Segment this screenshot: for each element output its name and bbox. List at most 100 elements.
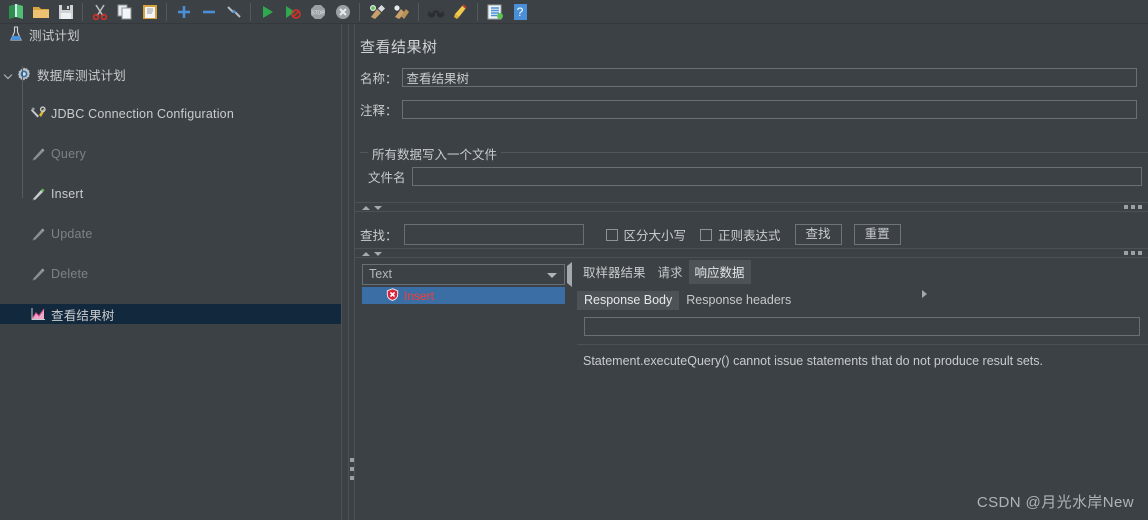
tree-node-thread-group[interactable]: 数据库测试计划 — [0, 64, 341, 84]
save-icon[interactable] — [53, 1, 78, 23]
tree-node-label: Update — [51, 227, 93, 241]
view-results-tree-panel: 查看结果树 名称： 注释： 所有数据写入一个文件 文件名 — [355, 24, 1148, 520]
splitter-collapse-arrows[interactable] — [362, 250, 382, 256]
tab-scroll-arrows[interactable] — [567, 262, 927, 298]
open-folder-icon[interactable] — [28, 1, 53, 23]
test-plan-tree[interactable]: 测试计划 数据库测试计划 JDBC Connection Configurati… — [0, 24, 341, 520]
chevron-down-icon[interactable] — [4, 69, 15, 80]
expand-all-icon[interactable] — [171, 1, 196, 23]
jdbc-request-icon — [30, 266, 46, 282]
svg-text:?: ? — [516, 5, 523, 19]
collapse-all-icon[interactable] — [196, 1, 221, 23]
chevron-down-icon[interactable] — [374, 206, 382, 210]
toolbar-separator — [359, 2, 360, 21]
chevron-left-icon[interactable] — [567, 262, 572, 287]
tree-node-view-results-tree[interactable]: 查看结果树 — [0, 304, 341, 324]
config-element-icon — [30, 106, 46, 122]
main-toolbar: STOP ? — [0, 0, 1148, 24]
splitter-bar-lower[interactable] — [355, 248, 1148, 258]
page-title: 查看结果树 — [360, 39, 438, 56]
shutdown-icon[interactable] — [330, 1, 355, 23]
view-results-tree-icon — [30, 306, 46, 322]
subtab-response-body[interactable]: Response Body — [577, 291, 680, 310]
paste-icon[interactable] — [137, 1, 162, 23]
renderer-select-value: Text — [369, 267, 392, 281]
results-list-panel: Text Insert — [362, 264, 565, 520]
name-label: 名称： — [360, 72, 398, 86]
tree-node-delete[interactable]: Delete — [0, 264, 341, 284]
response-search-input[interactable] — [584, 317, 1140, 336]
toolbar-separator — [418, 2, 419, 21]
response-body-text: Statement.executeQuery() cannot issue st… — [583, 354, 1043, 368]
splitter-grip[interactable] — [350, 458, 354, 480]
tree-node-label: Delete — [51, 267, 89, 281]
splitter-grip[interactable] — [1124, 251, 1142, 255]
jdbc-request-icon — [30, 226, 46, 242]
search-binoculars-icon[interactable] — [423, 1, 448, 23]
tree-node-label: 数据库测试计划 — [37, 68, 126, 83]
sub-tab-row: Response Body Response headers — [577, 288, 1148, 310]
tree-node-query[interactable]: Query — [0, 144, 341, 164]
new-test-plan-icon[interactable] — [3, 1, 28, 23]
search-reset-broom-icon[interactable] — [448, 1, 473, 23]
result-detail-tabs: 取样器结果 请求 响应数据 Response Body Response hea… — [577, 260, 1148, 520]
jdbc-request-icon — [30, 186, 46, 202]
comment-label: 注释： — [360, 104, 398, 118]
tab-request[interactable]: 请求 — [652, 260, 689, 284]
subtab-response-headers[interactable]: Response headers — [679, 291, 798, 310]
start-no-pauses-icon[interactable] — [280, 1, 305, 23]
fieldset-legend: 所有数据写入一个文件 — [368, 144, 502, 163]
toolbar-separator — [166, 2, 167, 21]
chevron-up-icon[interactable] — [362, 252, 370, 256]
chevron-down-icon[interactable] — [374, 252, 382, 256]
toggle-icon[interactable] — [221, 1, 246, 23]
regex-checkbox[interactable] — [700, 228, 713, 241]
chevron-down-icon[interactable] — [547, 273, 557, 278]
case-sensitive-checkbox[interactable] — [605, 228, 618, 241]
tree-node-label: Insert — [51, 187, 84, 201]
renderer-select[interactable]: Text — [362, 264, 565, 285]
clear-icon[interactable] — [364, 1, 389, 23]
search-input[interactable] — [403, 224, 584, 245]
watermark: CSDN @月光水岸New — [976, 494, 1134, 511]
tree-node-label: 测试计划 — [29, 28, 80, 43]
splitter-collapse-arrows[interactable] — [362, 204, 382, 210]
tree-node-jdbc-connection-configuration[interactable]: JDBC Connection Configuration — [0, 104, 341, 124]
function-helper-icon[interactable] — [482, 1, 507, 23]
chevron-up-icon[interactable] — [362, 206, 370, 210]
svg-text:STOP: STOP — [311, 10, 325, 16]
thread-group-icon — [16, 66, 32, 82]
tree-guide-line — [22, 66, 23, 198]
clear-all-icon[interactable] — [389, 1, 414, 23]
tab-response-data[interactable]: 响应数据 — [688, 260, 751, 284]
result-list-item[interactable]: Insert — [362, 287, 565, 304]
divider — [577, 344, 1148, 345]
tree-node-update[interactable]: Update — [0, 224, 341, 244]
toolbar-separator — [82, 2, 83, 21]
comment-input[interactable] — [401, 100, 1137, 119]
filename-input[interactable] — [411, 167, 1142, 186]
splitter-bar-upper[interactable] — [355, 202, 1148, 212]
test-plan-icon — [8, 26, 24, 42]
main-vertical-splitter[interactable] — [348, 24, 355, 520]
tree-node-test-plan[interactable]: 测试计划 — [0, 24, 341, 44]
main-tab-row: 取样器结果 请求 响应数据 — [577, 260, 1148, 284]
tree-node-label: JDBC Connection Configuration — [51, 107, 234, 121]
cut-icon[interactable] — [87, 1, 112, 23]
find-button[interactable]: 查找 — [794, 224, 842, 245]
toolbar-separator — [477, 2, 478, 21]
copy-icon[interactable] — [112, 1, 137, 23]
reset-button[interactable]: 重置 — [853, 224, 901, 245]
tab-sampler-result[interactable]: 取样器结果 — [577, 260, 652, 284]
jmeter-window: STOP ? 测试计划 数据库测试计划 JDBC Connection Conf… — [0, 0, 1148, 520]
help-icon[interactable]: ? — [507, 1, 532, 23]
stop-icon[interactable]: STOP — [305, 1, 330, 23]
tree-node-label: Query — [51, 147, 87, 161]
tree-node-insert[interactable]: Insert — [0, 184, 341, 204]
name-input[interactable] — [401, 68, 1137, 87]
jdbc-request-icon — [30, 146, 46, 162]
regex-label: 正则表达式 — [718, 229, 781, 243]
case-sensitive-label: 区分大小写 — [623, 229, 687, 243]
start-icon[interactable] — [255, 1, 280, 23]
splitter-grip[interactable] — [1124, 205, 1142, 209]
